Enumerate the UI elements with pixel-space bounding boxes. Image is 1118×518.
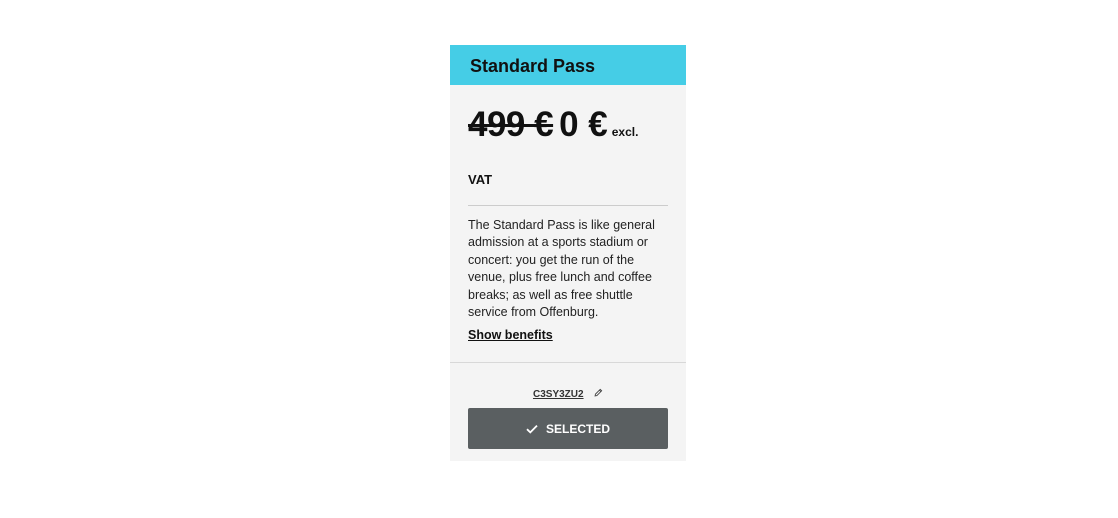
current-price: 0 € xyxy=(559,105,608,144)
promo-code-row: C3SY3ZU2 xyxy=(450,384,686,402)
selected-button[interactable]: SELECTED xyxy=(468,408,668,449)
price-excl-label: excl. xyxy=(611,125,639,139)
promo-code-link[interactable]: C3SY3ZU2 xyxy=(533,389,584,400)
check-icon xyxy=(526,424,538,434)
original-price: 499 € xyxy=(468,105,554,144)
card-title: Standard Pass xyxy=(470,56,596,76)
pass-description: The Standard Pass is like general admiss… xyxy=(468,218,655,320)
ticket-card-standard-pass: Standard Pass 499 €0 € excl. VAT The Stan… xyxy=(450,45,686,461)
card-header: Standard Pass xyxy=(450,45,686,85)
divider xyxy=(468,205,668,206)
price-block: 499 €0 € excl. xyxy=(468,105,673,145)
selected-button-label: SELECTED xyxy=(545,421,610,436)
pencil-icon[interactable] xyxy=(594,384,603,402)
price-vat-label: VAT xyxy=(468,172,493,187)
show-benefits-link[interactable]: Show benefits xyxy=(468,328,553,342)
section-divider xyxy=(450,362,686,363)
